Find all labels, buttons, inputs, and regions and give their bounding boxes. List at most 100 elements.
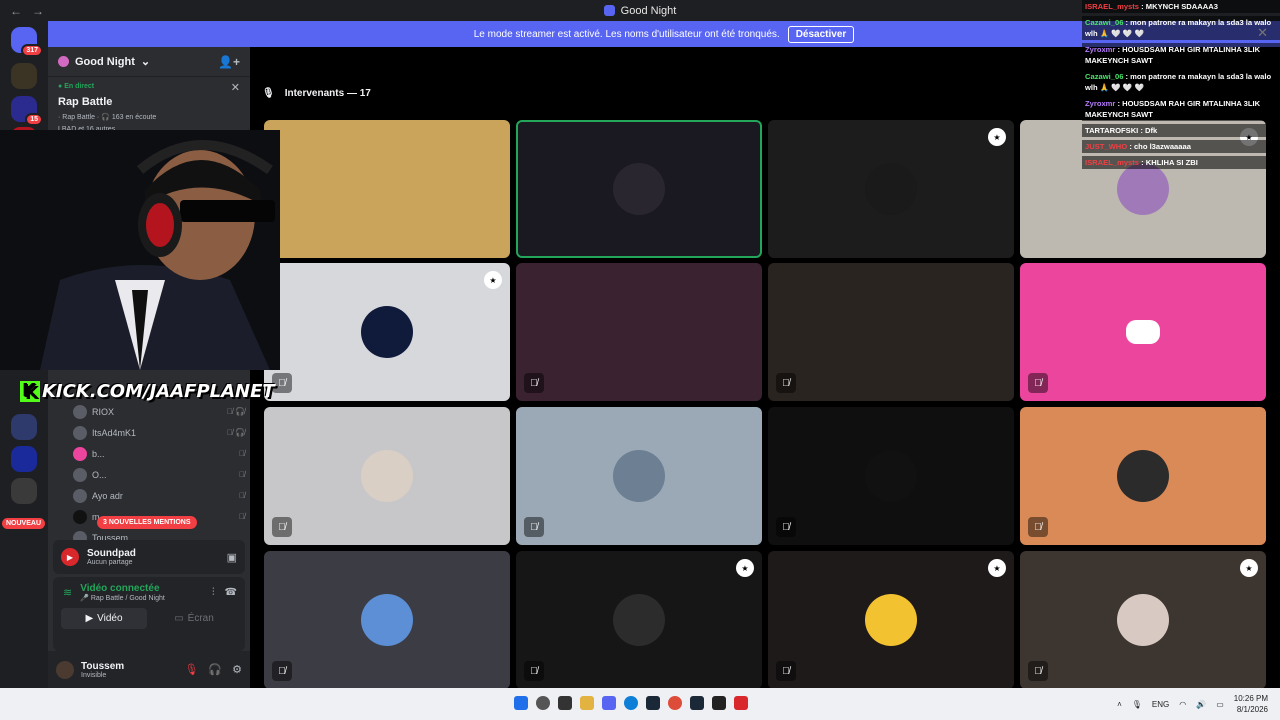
microphone-icon[interactable]: 🎙 (1132, 700, 1142, 709)
new-badge: NOUVEAU (2, 518, 46, 529)
start-icon[interactable] (514, 696, 528, 710)
search-icon[interactable] (536, 696, 550, 710)
clock[interactable]: 10:26 PM 8/1/2026 (1234, 693, 1268, 715)
discord-window: ← → Good Night Le mode streamer est acti… (0, 0, 1280, 720)
list-item[interactable]: O... 🎙̸ (73, 464, 245, 485)
participant-tile[interactable]: 🎙̸ (1020, 263, 1266, 401)
discord-logo-icon (1126, 320, 1160, 344)
list-item[interactable]: b... 🎙̸ (73, 443, 245, 464)
server-icon-2[interactable]: 15 (11, 96, 43, 126)
moderator-badge-icon: ★ (1240, 559, 1258, 577)
live-stage-card[interactable]: ● En direct Rap Battle · Rap Battle · 🎧 … (48, 77, 250, 133)
voice-connection-panel: ≋ Vidéo connectée 🎤 Rap Battle / Good Ni… (53, 577, 245, 651)
taskbar-apps (514, 696, 748, 710)
participant-tile[interactable]: ★ 🎙̸ (768, 551, 1014, 689)
video-icon: ▶ (85, 613, 94, 624)
wifi-icon[interactable]: ◠ (1179, 700, 1186, 709)
home-icon[interactable]: 317 (11, 27, 43, 57)
avatar (73, 425, 87, 440)
steam-icon-2[interactable] (690, 696, 704, 710)
volume-icon[interactable]: 🔊 (1196, 700, 1206, 709)
member-name: ItsAd4mK1 (92, 427, 137, 438)
server-icon-1[interactable] (11, 63, 37, 89)
mic-off-icon: 🎙̸ (272, 517, 292, 537)
mic-off-icon[interactable]: 🎙 (184, 663, 198, 676)
headphones-icon[interactable]: 🎧 (208, 663, 222, 676)
list-item[interactable]: Ayo adr 🎙̸ (73, 485, 245, 506)
server-icon-5[interactable] (11, 446, 37, 472)
screen-icon: ▭ (174, 613, 184, 624)
participant-tile[interactable]: ★ (768, 120, 1014, 258)
server-icon-6[interactable] (11, 478, 37, 504)
disconnect-icon[interactable]: ☎ (225, 587, 237, 598)
avatar (73, 488, 87, 503)
language-indicator[interactable]: ENG (1152, 700, 1169, 709)
mic-off-icon: 🎙̸ (1028, 661, 1048, 681)
participant-tile[interactable]: 🎙̸ (264, 551, 510, 689)
participant-tile[interactable]: 🎙̸ (264, 407, 510, 545)
server-name: Good Night (75, 55, 135, 68)
mic-off-icon: 🎙̸ (524, 517, 544, 537)
stage-meta: · Rap Battle · 🎧 163 en écoute (58, 114, 157, 121)
avatar[interactable] (56, 660, 74, 679)
battery-icon[interactable]: ▭ (1216, 700, 1224, 709)
mic-off-icon: 🎙̸ (524, 373, 544, 393)
kick-overlay: K KICK.COM/JAAFPLANET (20, 378, 275, 404)
list-item[interactable]: ItsAd4mK1 🎙̸ 🎧̸ (73, 422, 245, 443)
participant-tile[interactable]: 🎙̸ (1020, 407, 1266, 545)
home-badge: 317 (21, 44, 43, 57)
soundpad-activity[interactable]: ▶ Soundpad Aucun partage ▣ (53, 540, 245, 574)
participant-tile[interactable]: 🎙̸ (516, 407, 762, 545)
participant-tile[interactable]: ★ 🎙̸ (264, 263, 510, 401)
kick-logo-icon: K (20, 380, 40, 402)
screen-share-button[interactable]: ▭ Écran (151, 608, 237, 629)
activity-icon[interactable]: ▣ (227, 551, 237, 564)
participant-tile[interactable]: ★ 🎙̸ (1020, 551, 1266, 689)
task-view-icon[interactable] (558, 696, 572, 710)
file-explorer-icon[interactable] (580, 696, 594, 710)
video-button[interactable]: ▶ Vidéo (61, 608, 147, 629)
mic-off-icon: 🎙̸ (524, 661, 544, 681)
add-user-icon[interactable]: 👤+ (218, 55, 240, 69)
avatar (73, 446, 87, 461)
obs-icon[interactable] (712, 696, 726, 710)
server-icon-4[interactable] (11, 414, 37, 440)
mic-off-icon: 🎙̸ 🎧̸ (226, 428, 245, 437)
participant-tile[interactable]: ★ 🎙̸ (516, 551, 762, 689)
chat-text: KHLIHA SI ZBI (1145, 158, 1198, 167)
new-mentions-pill[interactable]: 3 NOUVELLES MENTIONS (97, 516, 197, 529)
voice-path[interactable]: 🎤 Rap Battle / Good Night (80, 594, 165, 602)
chat-text: cho l3azwaaaaa (1133, 142, 1191, 151)
edge-icon[interactable] (624, 696, 638, 710)
avatar (613, 594, 665, 646)
steam-icon[interactable] (646, 696, 660, 710)
list-item[interactable]: RIOX 🎙̸ 🎧̸ (73, 401, 245, 422)
server-badge-2: 15 (25, 113, 43, 126)
avatar (613, 450, 665, 502)
signal-icon: ≋ (63, 587, 73, 599)
chat-message: Zyroxmr : HOUSDSAM RAH GIR MTALINHA 3LIK… (1082, 43, 1280, 67)
soundpad-icon[interactable] (734, 696, 748, 710)
soundpad-icon: ▶ (61, 548, 79, 566)
participant-tile[interactable] (264, 120, 510, 258)
participant-tile[interactable]: 🎙̸ (516, 263, 762, 401)
noise-suppression-icon[interactable]: ⫶ (212, 587, 215, 598)
moderator-badge-icon: ★ (988, 128, 1006, 146)
voice-status: Vidéo connectée (80, 583, 160, 594)
participant-tile[interactable]: 🎙̸ (768, 407, 1014, 545)
participant-tile[interactable] (516, 120, 762, 258)
live-status: ● En direct (58, 83, 95, 90)
chevron-up-icon[interactable]: ˄ (1117, 700, 1122, 709)
server-header[interactable]: Good Night ⌄ 👤+ (48, 47, 250, 77)
kick-url: KICK.COM/JAAFPLANET (41, 380, 275, 402)
gear-icon[interactable]: ⚙ (232, 663, 242, 676)
chat-text: MKYNCH SDAAAA3 (1145, 2, 1218, 11)
avatar (73, 509, 87, 524)
participant-tile[interactable]: 🎙̸ (768, 263, 1014, 401)
close-icon[interactable]: ✕ (231, 81, 240, 94)
speakers-header: 🎙 Intervenants — 17 (262, 88, 371, 99)
chat-text: Dfk (1145, 126, 1158, 135)
chrome-icon[interactable] (668, 696, 682, 710)
disable-streamer-button[interactable]: Désactiver (787, 25, 855, 43)
discord-icon[interactable] (602, 696, 616, 710)
